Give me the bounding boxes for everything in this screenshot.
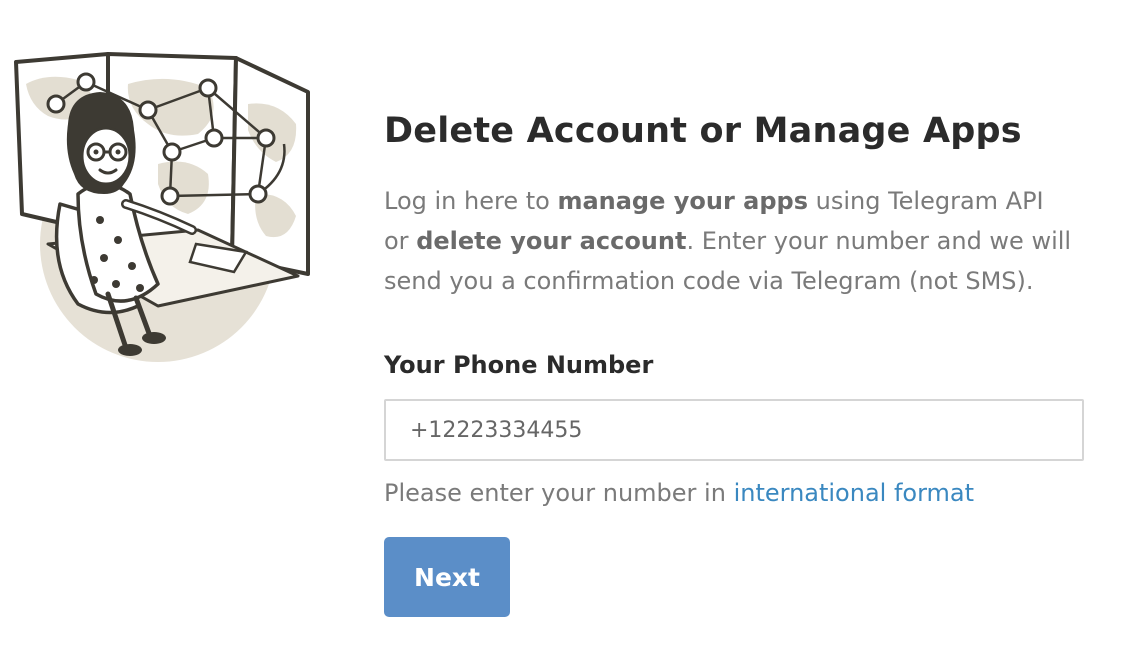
login-form-section: Delete Account or Manage Apps Log in her…	[384, 106, 1084, 617]
intro-bold-manage-apps: manage your apps	[557, 187, 808, 215]
page-title: Delete Account or Manage Apps	[384, 111, 1022, 151]
phone-number-input[interactable]	[384, 399, 1084, 461]
intro-text: Log in here to manage your apps using Te…	[384, 181, 1074, 301]
phone-format-hint: Please enter your number in internationa…	[384, 475, 1084, 511]
hint-text: Please enter your number in	[384, 479, 734, 507]
next-button[interactable]: Next	[384, 537, 510, 617]
login-page: Delete Account or Manage Apps Log in her…	[0, 0, 1122, 670]
phone-number-label: Your Phone Number	[384, 351, 654, 379]
international-format-link[interactable]: international format	[734, 479, 974, 507]
intro-bold-delete-account: delete your account	[416, 227, 687, 255]
woman-at-map-illustration-icon	[14, 52, 310, 362]
intro-text-part: Log in here to	[384, 187, 558, 215]
